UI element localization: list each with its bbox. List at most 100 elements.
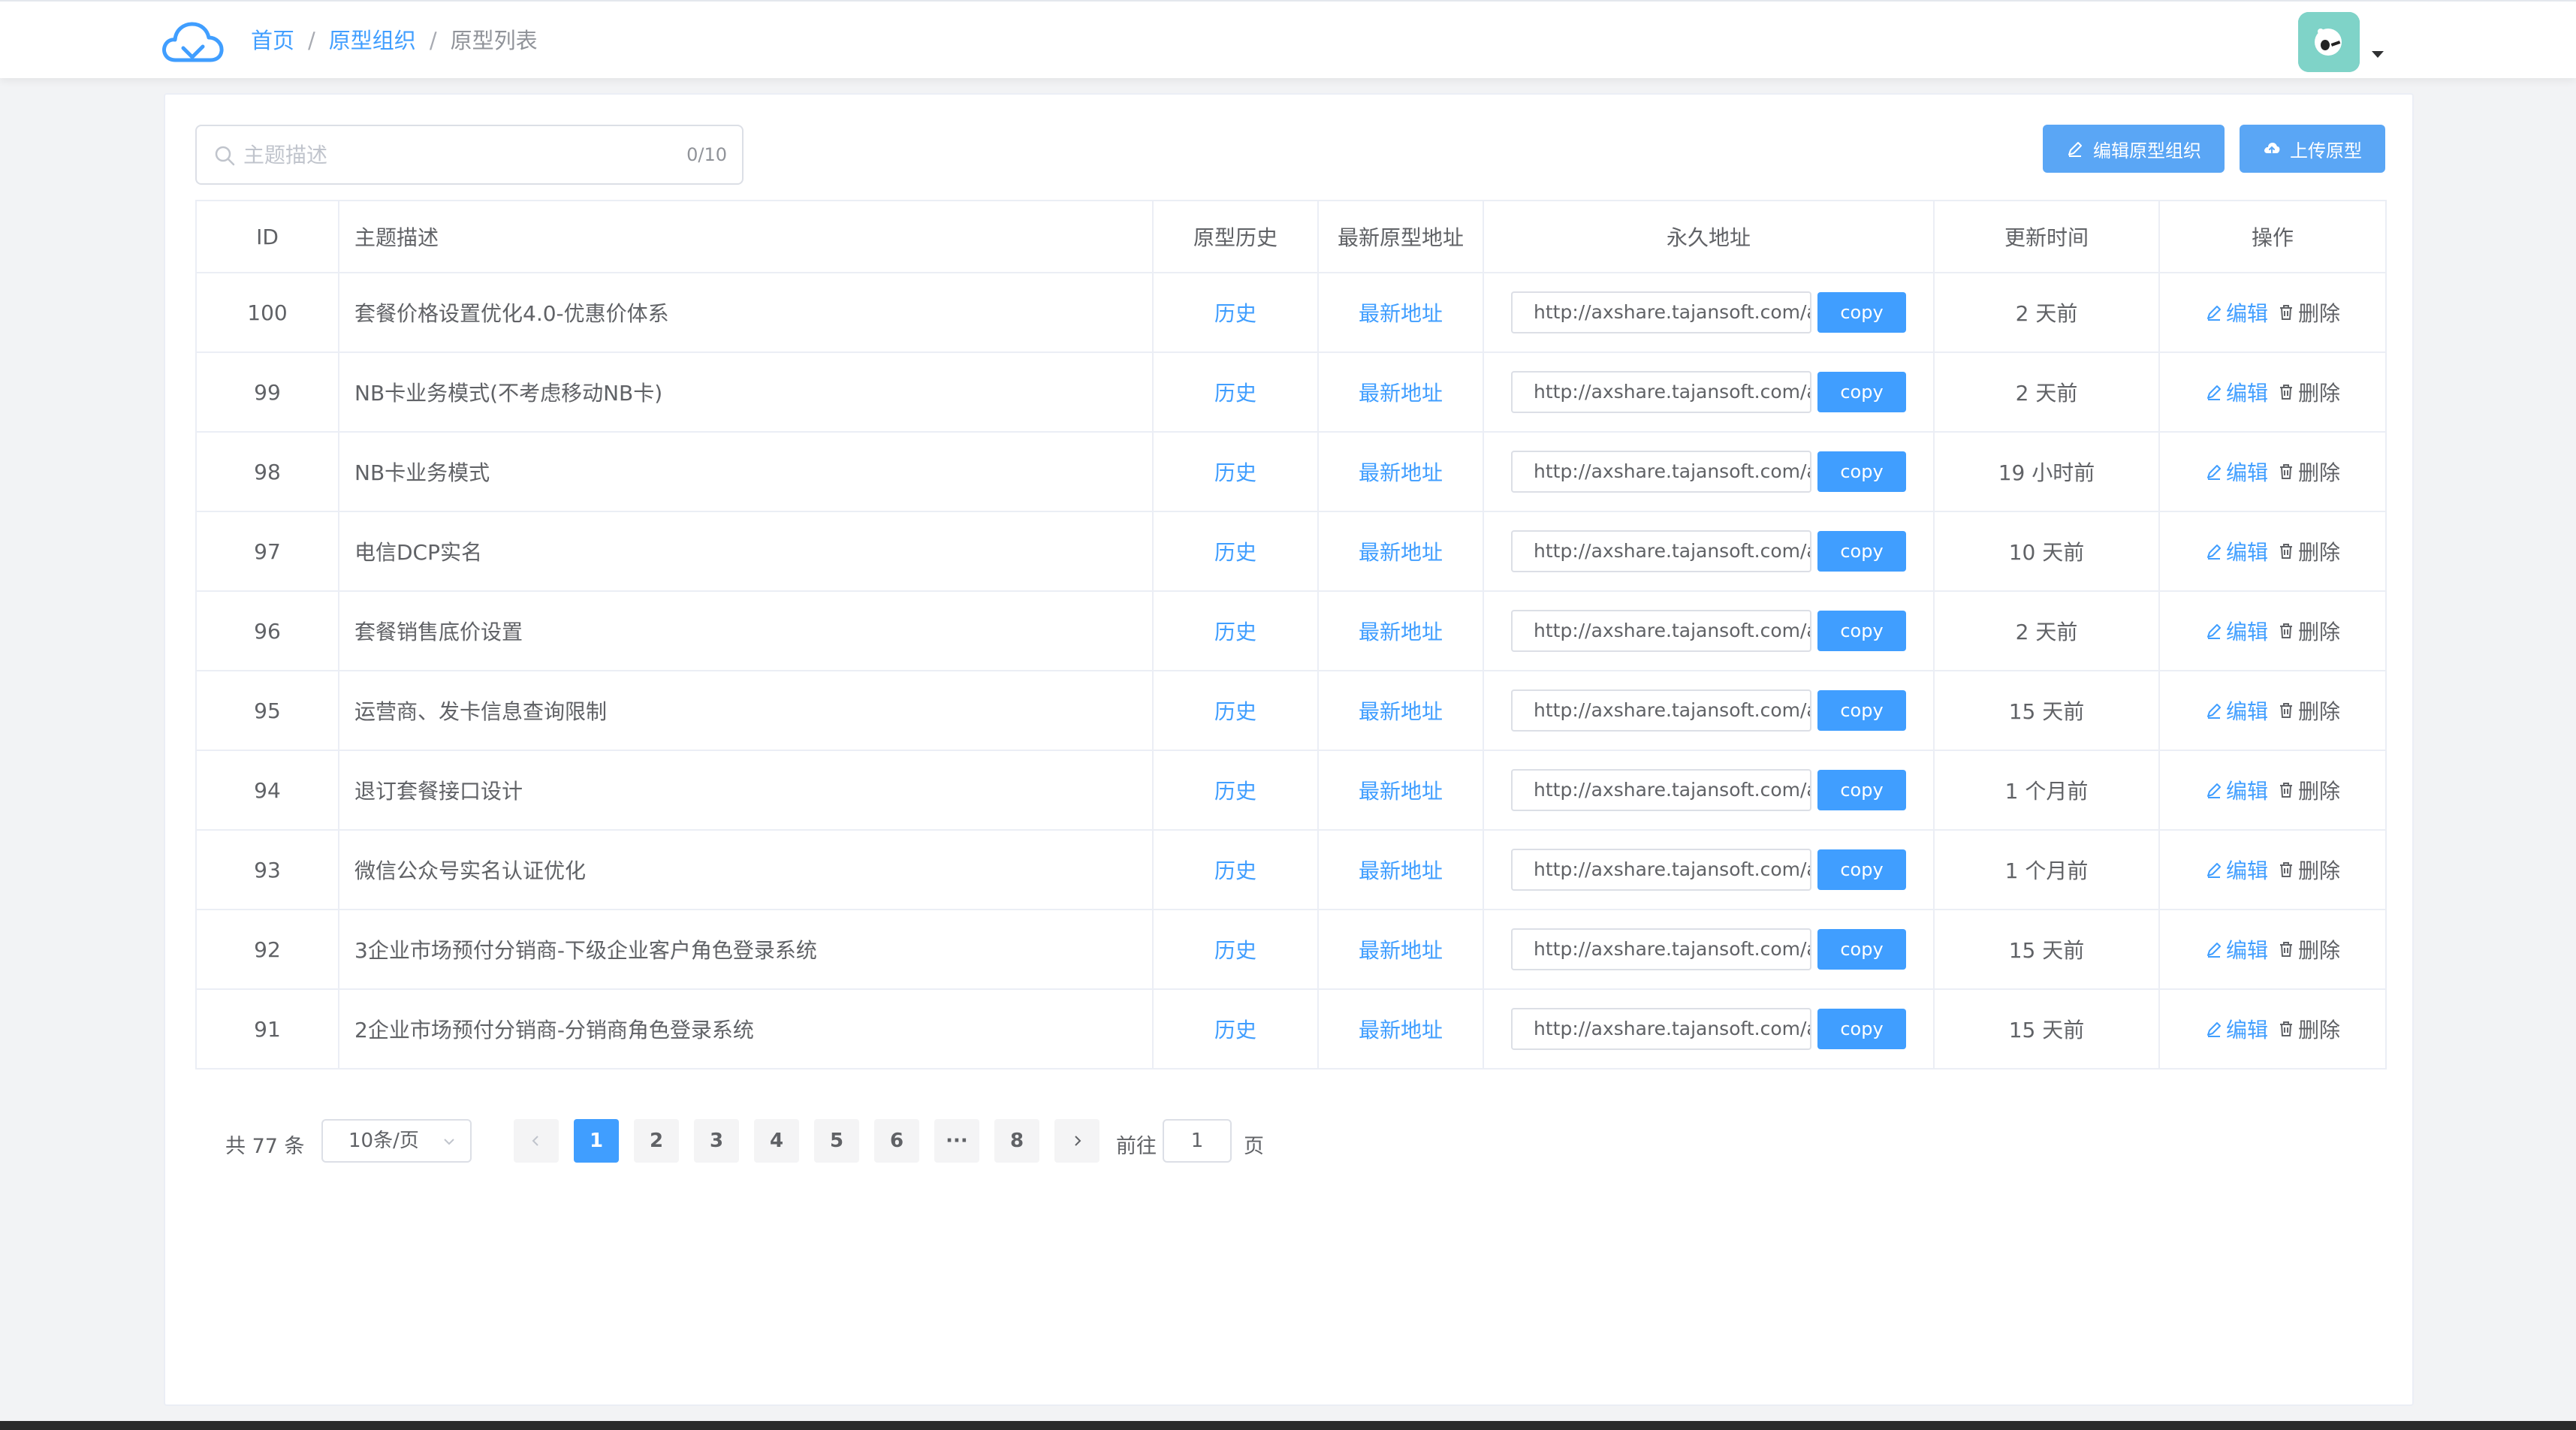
latest-url-link[interactable]: 最新地址 [1359,699,1443,724]
page-button-4[interactable]: 4 [754,1119,799,1163]
caret-down-icon[interactable] [2372,51,2384,58]
upload-button[interactable]: 上传原型 [2240,125,2385,173]
copy-button[interactable]: copy [1817,770,1906,810]
search-input[interactable] [242,137,662,173]
row-updated: 1 个月前 [1933,829,2160,910]
permanent-url-field[interactable]: http://axshare.tajansoft.com/axure [1511,451,1811,493]
edit-button[interactable]: 编辑 [2205,377,2268,407]
edit-button[interactable]: 编辑 [2205,695,2268,726]
latest-url-link[interactable]: 最新地址 [1359,460,1443,485]
permanent-url-field[interactable]: http://axshare.tajansoft.com/axure [1511,291,1811,333]
history-link[interactable]: 历史 [1214,620,1256,644]
delete-button[interactable]: 删除 [2277,616,2340,646]
next-page-button[interactable] [1054,1119,1099,1163]
edit-label: 编辑 [2225,460,2268,485]
history-link[interactable]: 历史 [1214,460,1256,485]
permanent-url-field[interactable]: http://axshare.tajansoft.com/axure [1511,769,1811,811]
edit-button[interactable]: 编辑 [2205,297,2268,327]
delete-button[interactable]: 删除 [2277,855,2340,885]
permanent-url-field[interactable]: http://axshare.tajansoft.com/axure [1511,849,1811,891]
latest-url-link[interactable]: 最新地址 [1359,301,1443,326]
row-topic: 运营商、发卡信息查询限制 [338,670,1154,751]
page-button-6[interactable]: 6 [874,1119,919,1163]
edit-icon [2206,704,2221,719]
edit-org-button[interactable]: 编辑原型组织 [2043,125,2225,173]
avatar[interactable] [2298,12,2360,72]
permanent-url-field[interactable]: http://axshare.tajansoft.com/axure [1511,689,1811,732]
row-topic: 2企业市场预付分销商-分销商角色登录系统 [338,988,1154,1069]
history-link[interactable]: 历史 [1214,381,1256,406]
page-button-5[interactable]: 5 [814,1119,859,1163]
edit-button[interactable]: 编辑 [2205,855,2268,885]
latest-url-link[interactable]: 最新地址 [1359,540,1443,565]
row-updated: 15 天前 [1933,988,2160,1069]
row-topic: 套餐销售底价设置 [338,590,1154,671]
latest-url-link[interactable]: 最新地址 [1359,938,1443,963]
edit-button[interactable]: 编辑 [2205,775,2268,805]
search-box[interactable]: 0/10 [195,125,744,185]
edit-label: 编辑 [2225,1018,2268,1042]
copy-button[interactable]: copy [1817,451,1906,492]
permanent-url-field[interactable]: http://axshare.tajansoft.com/axure [1511,1008,1811,1050]
delete-label: 删除 [2298,858,2341,883]
cloud-logo-icon[interactable] [161,18,225,68]
edit-button[interactable]: 编辑 [2205,536,2268,566]
permanent-url-field[interactable]: http://axshare.tajansoft.com/axure [1511,610,1811,652]
history-link[interactable]: 历史 [1214,301,1256,326]
page-button-1[interactable]: 1 [574,1119,619,1163]
edit-button[interactable]: 编辑 [2205,934,2268,964]
cloud-upload-icon [2264,143,2280,153]
latest-url-link[interactable]: 最新地址 [1359,858,1443,883]
delete-button[interactable]: 删除 [2277,1014,2340,1044]
row-topic: 微信公众号实名认证优化 [338,829,1154,910]
page-size-select[interactable]: 10条/页 [321,1119,472,1163]
trash-icon [2280,385,2292,400]
history-link[interactable]: 历史 [1214,540,1256,565]
history-link[interactable]: 历史 [1214,938,1256,963]
edit-label: 编辑 [2225,858,2268,883]
prev-page-button[interactable] [514,1119,559,1163]
delete-button[interactable]: 删除 [2277,934,2340,964]
page-ellipsis-button[interactable]: ··· [934,1119,979,1163]
delete-button[interactable]: 删除 [2277,297,2340,327]
latest-url-link[interactable]: 最新地址 [1359,620,1443,644]
copy-button[interactable]: copy [1817,1009,1906,1049]
latest-url-link[interactable]: 最新地址 [1359,381,1443,406]
main-card: 0/10 编辑原型组织 上传原型 ID 主题描述 原型历 [164,93,2414,1406]
edit-button[interactable]: 编辑 [2205,616,2268,646]
delete-button[interactable]: 删除 [2277,457,2340,487]
breadcrumb-group[interactable]: 原型组织 [329,28,416,53]
copy-button[interactable]: copy [1817,372,1906,412]
latest-url-link[interactable]: 最新地址 [1359,1018,1443,1042]
latest-url-link[interactable]: 最新地址 [1359,779,1443,804]
table-row: 99 NB卡业务模式(不考虑移动NB卡) 历史 最新地址 http://axsh… [195,351,2387,433]
permanent-url-field[interactable]: http://axshare.tajansoft.com/axure [1511,371,1811,413]
trash-icon [2280,703,2292,718]
history-link[interactable]: 历史 [1214,779,1256,804]
copy-button[interactable]: copy [1817,690,1906,731]
copy-button[interactable]: copy [1817,292,1906,333]
copy-button[interactable]: copy [1817,929,1906,970]
permanent-url-field[interactable]: http://axshare.tajansoft.com/axure [1511,530,1811,572]
page-button-8[interactable]: 8 [994,1119,1039,1163]
delete-button[interactable]: 删除 [2277,536,2340,566]
edit-icon [2068,142,2082,157]
copy-button[interactable]: copy [1817,611,1906,651]
page-button-2[interactable]: 2 [634,1119,679,1163]
edit-button[interactable]: 编辑 [2205,457,2268,487]
delete-button[interactable]: 删除 [2277,377,2340,407]
copy-button[interactable]: copy [1817,849,1906,890]
breadcrumb-home[interactable]: 首页 [251,28,294,53]
goto-page-input[interactable] [1163,1119,1232,1163]
edit-button[interactable]: 编辑 [2205,1014,2268,1044]
copy-button[interactable]: copy [1817,531,1906,572]
permanent-url-field[interactable]: http://axshare.tajansoft.com/axure [1511,928,1811,970]
delete-button[interactable]: 删除 [2277,695,2340,726]
history-link[interactable]: 历史 [1214,858,1256,883]
row-updated: 2 天前 [1933,272,2160,353]
page-button-3[interactable]: 3 [694,1119,739,1163]
history-link[interactable]: 历史 [1214,1018,1256,1042]
delete-button[interactable]: 删除 [2277,775,2340,805]
history-link[interactable]: 历史 [1214,699,1256,724]
row-updated: 19 小时前 [1933,431,2160,512]
